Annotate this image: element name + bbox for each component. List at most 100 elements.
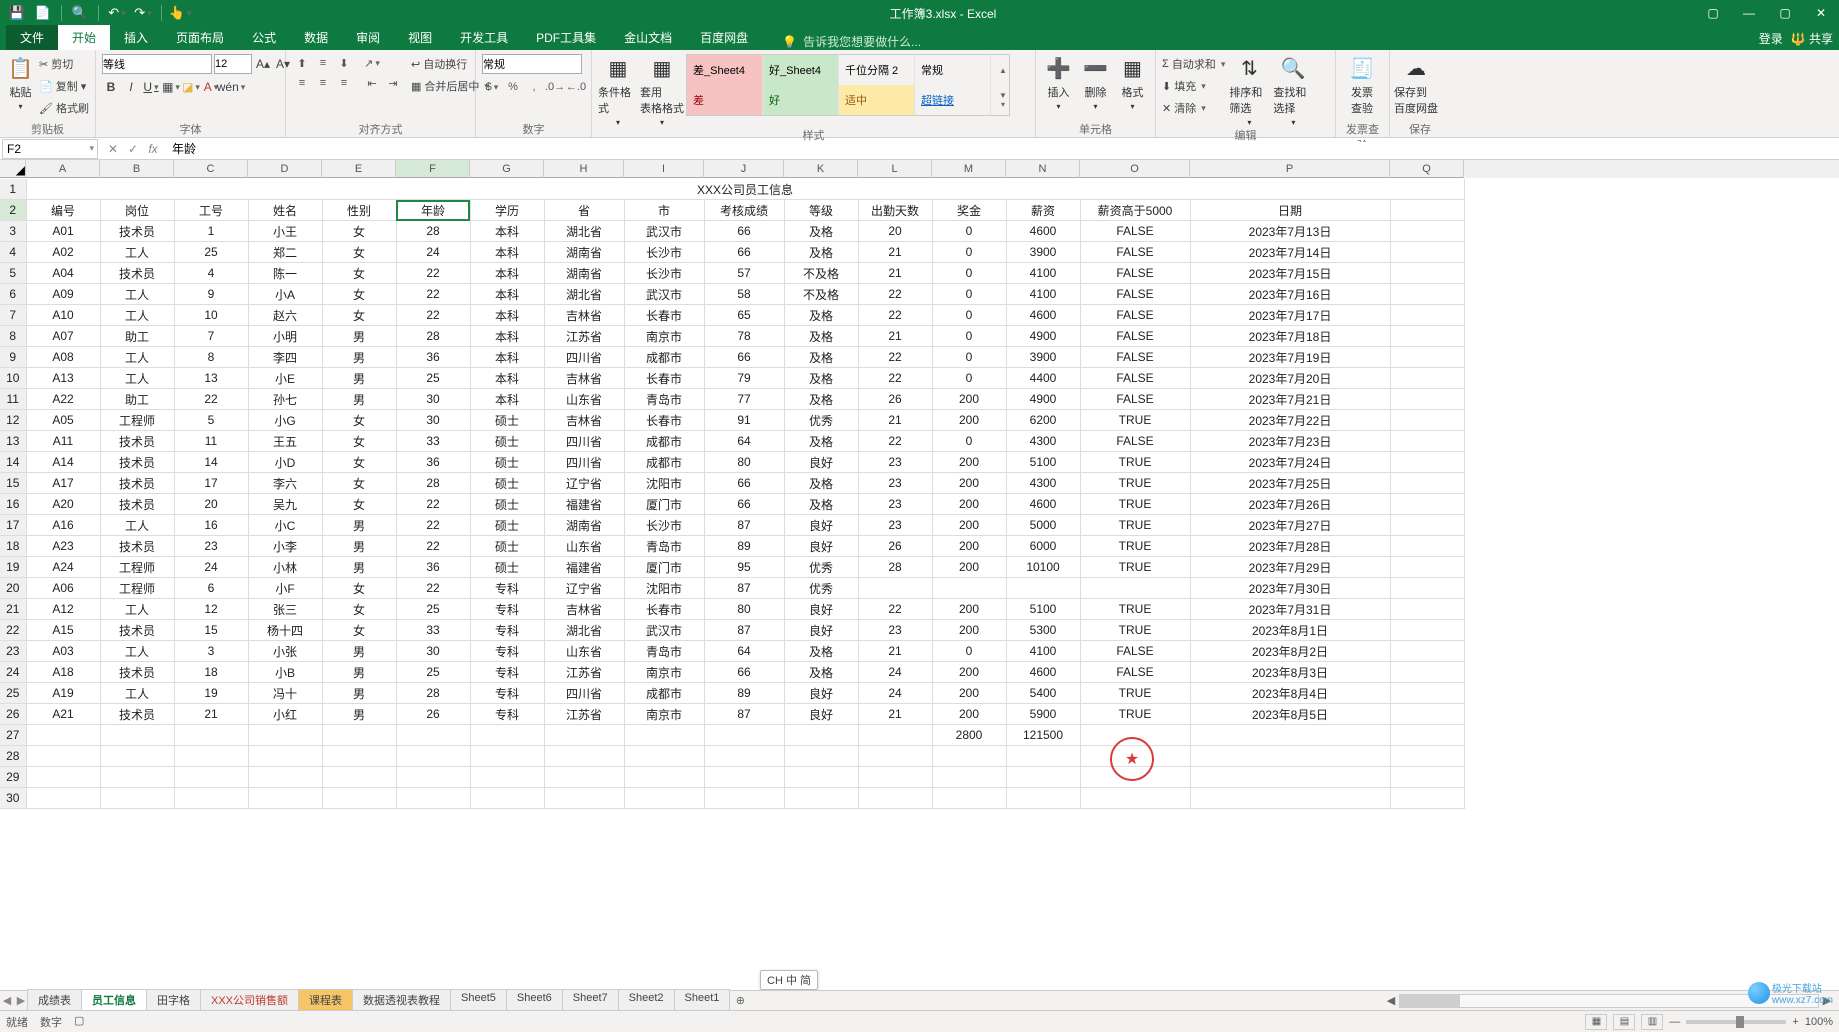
data-cell[interactable]: 专科 [470,620,544,641]
data-cell[interactable]: 湖南省 [544,242,624,263]
col-header-B[interactable]: B [100,160,174,178]
sort-filter-button[interactable]: ⇅排序和筛选▾ [1229,54,1269,127]
data-cell[interactable]: 19 [174,683,248,704]
data-cell[interactable]: 4100 [1006,641,1080,662]
data-cell[interactable]: TRUE [1080,557,1190,578]
data-cell[interactable]: 良好 [784,683,858,704]
data-cell[interactable]: 南京市 [624,704,704,725]
data-cell[interactable]: 200 [932,683,1006,704]
data-cell[interactable]: 硕士 [470,557,544,578]
total-cell[interactable] [1190,725,1390,746]
data-cell[interactable]: TRUE [1080,515,1190,536]
data-cell[interactable] [858,578,932,599]
col-header-N[interactable]: N [1006,160,1080,178]
formula-input[interactable] [168,142,1839,156]
align-right-icon[interactable]: ≡ [334,74,354,92]
tab-insert[interactable]: 插入 [110,25,162,50]
data-cell[interactable]: 专科 [470,599,544,620]
data-cell[interactable]: 山东省 [544,641,624,662]
header-cell[interactable]: 学历 [470,200,544,221]
data-cell[interactable]: 200 [932,494,1006,515]
new-sheet-button[interactable]: ⊕ [730,994,750,1007]
data-cell[interactable]: 200 [932,599,1006,620]
data-cell[interactable] [1390,410,1464,431]
data-cell[interactable]: A17 [26,473,100,494]
data-cell[interactable]: 80 [704,599,784,620]
data-cell[interactable]: 吉林省 [544,305,624,326]
tab-developer[interactable]: 开发工具 [446,25,522,50]
tab-jinshan[interactable]: 金山文档 [610,25,686,50]
data-cell[interactable]: FALSE [1080,305,1190,326]
empty-cell[interactable] [322,746,396,767]
empty-cell[interactable] [858,788,932,809]
data-cell[interactable]: 2023年7月19日 [1190,347,1390,368]
data-cell[interactable]: 200 [932,557,1006,578]
fx-icon[interactable]: fx [144,142,162,156]
data-cell[interactable]: 郑二 [248,242,322,263]
data-cell[interactable]: 15 [174,620,248,641]
data-cell[interactable]: 助工 [100,389,174,410]
row-header[interactable]: 6 [0,284,26,305]
cancel-fx-icon[interactable]: ✕ [104,142,122,156]
data-cell[interactable] [1390,683,1464,704]
data-cell[interactable]: 长沙市 [624,242,704,263]
data-cell[interactable]: 成都市 [624,683,704,704]
data-cell[interactable]: 16 [174,515,248,536]
data-cell[interactable]: A13 [26,368,100,389]
data-cell[interactable]: 女 [322,242,396,263]
data-cell[interactable]: 2023年7月21日 [1190,389,1390,410]
data-cell[interactable]: 李四 [248,347,322,368]
data-cell[interactable]: 87 [704,578,784,599]
data-cell[interactable]: 工人 [100,305,174,326]
empty-cell[interactable] [26,788,100,809]
sheet-tab[interactable]: 成绩表 [27,989,82,1012]
empty-cell[interactable] [544,746,624,767]
data-cell[interactable]: 成都市 [624,347,704,368]
currency-icon[interactable]: $ [482,78,502,96]
data-cell[interactable]: 22 [858,368,932,389]
data-cell[interactable]: 良好 [784,515,858,536]
sheet-tab[interactable]: Sheet7 [562,989,619,1012]
col-header-M[interactable]: M [932,160,1006,178]
data-cell[interactable]: 2023年7月23日 [1190,431,1390,452]
data-cell[interactable]: 25 [174,242,248,263]
data-cell[interactable]: 吉林省 [544,599,624,620]
data-cell[interactable]: 66 [704,662,784,683]
row-header[interactable]: 16 [0,494,26,515]
data-cell[interactable]: FALSE [1080,263,1190,284]
data-cell[interactable]: 22 [174,389,248,410]
data-cell[interactable]: 小G [248,410,322,431]
data-cell[interactable]: 小李 [248,536,322,557]
data-cell[interactable]: 武汉市 [624,221,704,242]
share-button[interactable]: 🔱 共享 [1791,30,1833,47]
data-cell[interactable]: 0 [932,431,1006,452]
data-cell[interactable]: 本科 [470,263,544,284]
empty-cell[interactable] [1190,746,1390,767]
title-cell[interactable]: XXX公司员工信息 [26,179,1464,200]
header-cell[interactable]: 编号 [26,200,100,221]
data-cell[interactable]: 技术员 [100,704,174,725]
data-cell[interactable]: A19 [26,683,100,704]
data-cell[interactable]: 2023年8月2日 [1190,641,1390,662]
style-good-sheet4[interactable]: 好_Sheet4 [763,55,839,85]
data-cell[interactable]: A07 [26,326,100,347]
total-cell[interactable] [174,725,248,746]
empty-cell[interactable] [322,767,396,788]
data-cell[interactable]: 小B [248,662,322,683]
data-cell[interactable]: 长沙市 [624,515,704,536]
data-cell[interactable]: 25 [396,662,470,683]
data-cell[interactable]: 200 [932,662,1006,683]
header-cell[interactable]: 工号 [174,200,248,221]
data-cell[interactable]: 95 [704,557,784,578]
style-bad[interactable]: 差 [687,85,763,115]
data-cell[interactable]: A21 [26,704,100,725]
data-cell[interactable]: 小A [248,284,322,305]
data-cell[interactable]: 专科 [470,578,544,599]
empty-cell[interactable] [100,788,174,809]
data-cell[interactable]: 58 [704,284,784,305]
style-comma2[interactable]: 千位分隔 2 [839,55,915,85]
data-cell[interactable]: 2023年7月17日 [1190,305,1390,326]
data-cell[interactable]: 良好 [784,620,858,641]
data-cell[interactable]: FALSE [1080,431,1190,452]
empty-cell[interactable] [396,767,470,788]
